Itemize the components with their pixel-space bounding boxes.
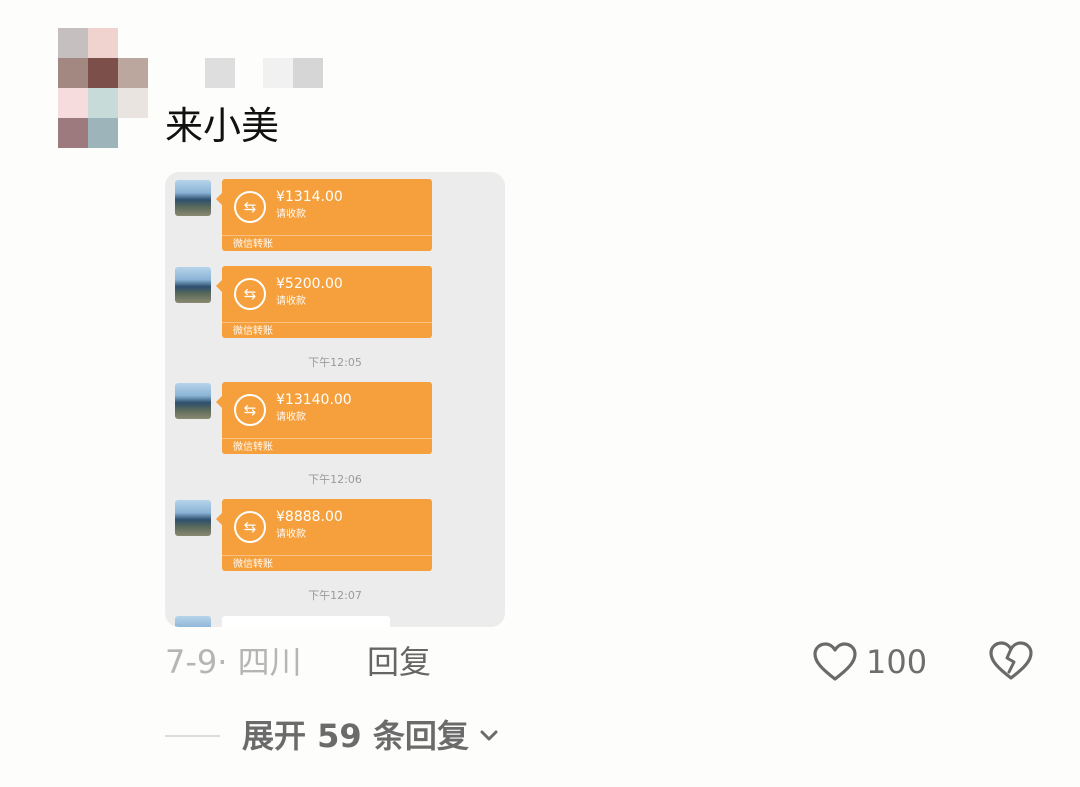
transfer-footer: 微信转账 <box>233 239 273 250</box>
transfer-message: ⇆ ¥8888.00 请收款 微信转账 <box>165 492 505 571</box>
username-blurred[interactable] <box>205 58 325 88</box>
like-button[interactable]: 100 <box>812 638 927 686</box>
transfer-icon: ⇆ <box>234 394 266 426</box>
comment-date-location: 7-9· 四川 <box>165 643 302 681</box>
transfer-status: 请收款 <box>276 296 306 307</box>
transfer-message: ⇆ ¥13140.00 请收款 微信转账 <box>165 375 505 454</box>
divider <box>222 438 432 439</box>
broken-heart-icon <box>989 641 1033 680</box>
transfer-amount: ¥1314.00 <box>276 189 343 205</box>
transfer-message: ⇆ ¥1314.00 请收款 微信转账 <box>165 172 505 251</box>
avatar[interactable] <box>58 28 148 148</box>
timestamp: 下午12:07 <box>308 589 362 602</box>
transfer-status: 请收款 <box>276 209 306 220</box>
avatar-thumbnail <box>175 180 211 216</box>
expand-replies-label: 展开 59 条回复 <box>242 717 469 755</box>
avatar-thumbnail <box>175 383 211 419</box>
timestamp: 下午12:05 <box>308 356 362 369</box>
transfer-icon: ⇆ <box>234 278 266 310</box>
dislike-button[interactable] <box>988 638 1034 684</box>
divider <box>222 235 432 236</box>
comment-text: 来小美 <box>165 104 280 148</box>
chevron-down-icon <box>480 730 498 741</box>
avatar-thumbnail <box>175 616 211 627</box>
transfer-footer: 微信转账 <box>233 559 273 570</box>
divider <box>222 322 432 323</box>
transfer-amount: ¥8888.00 <box>276 509 343 525</box>
divider <box>222 555 432 556</box>
expand-replies-button[interactable]: 展开 59 条回复 <box>242 714 499 758</box>
avatar-thumbnail <box>175 267 211 303</box>
reply-button[interactable]: 回复 <box>367 640 431 684</box>
avatar-thumbnail <box>175 500 211 536</box>
transfer-icon: ⇆ <box>234 511 266 543</box>
transfer-footer: 微信转账 <box>233 326 273 337</box>
cut-off-text-bubble <box>222 616 390 627</box>
transfer-status: 请收款 <box>276 529 306 540</box>
like-count: 100 <box>866 643 928 681</box>
transfer-status: 请收款 <box>276 412 306 423</box>
transfer-bubble: ⇆ ¥1314.00 请收款 微信转账 <box>216 179 432 251</box>
transfer-bubble: ⇆ ¥13140.00 请收款 微信转账 <box>216 382 432 454</box>
transfer-bubble: ⇆ ¥5200.00 请收款 微信转账 <box>216 266 432 338</box>
heart-outline-icon <box>813 642 857 681</box>
timestamp: 下午12:06 <box>308 473 362 486</box>
divider <box>165 735 220 737</box>
transfer-footer: 微信转账 <box>233 442 273 453</box>
transfer-amount: ¥5200.00 <box>276 276 343 292</box>
comment-image[interactable]: ⇆ ¥1314.00 请收款 微信转账 ⇆ ¥5200.00 请收款 微信转账 … <box>165 172 505 627</box>
transfer-amount: ¥13140.00 <box>276 392 352 408</box>
transfer-icon: ⇆ <box>234 191 266 223</box>
transfer-message: ⇆ ¥5200.00 请收款 微信转账 <box>165 259 505 338</box>
transfer-bubble: ⇆ ¥8888.00 请收款 微信转账 <box>216 499 432 571</box>
